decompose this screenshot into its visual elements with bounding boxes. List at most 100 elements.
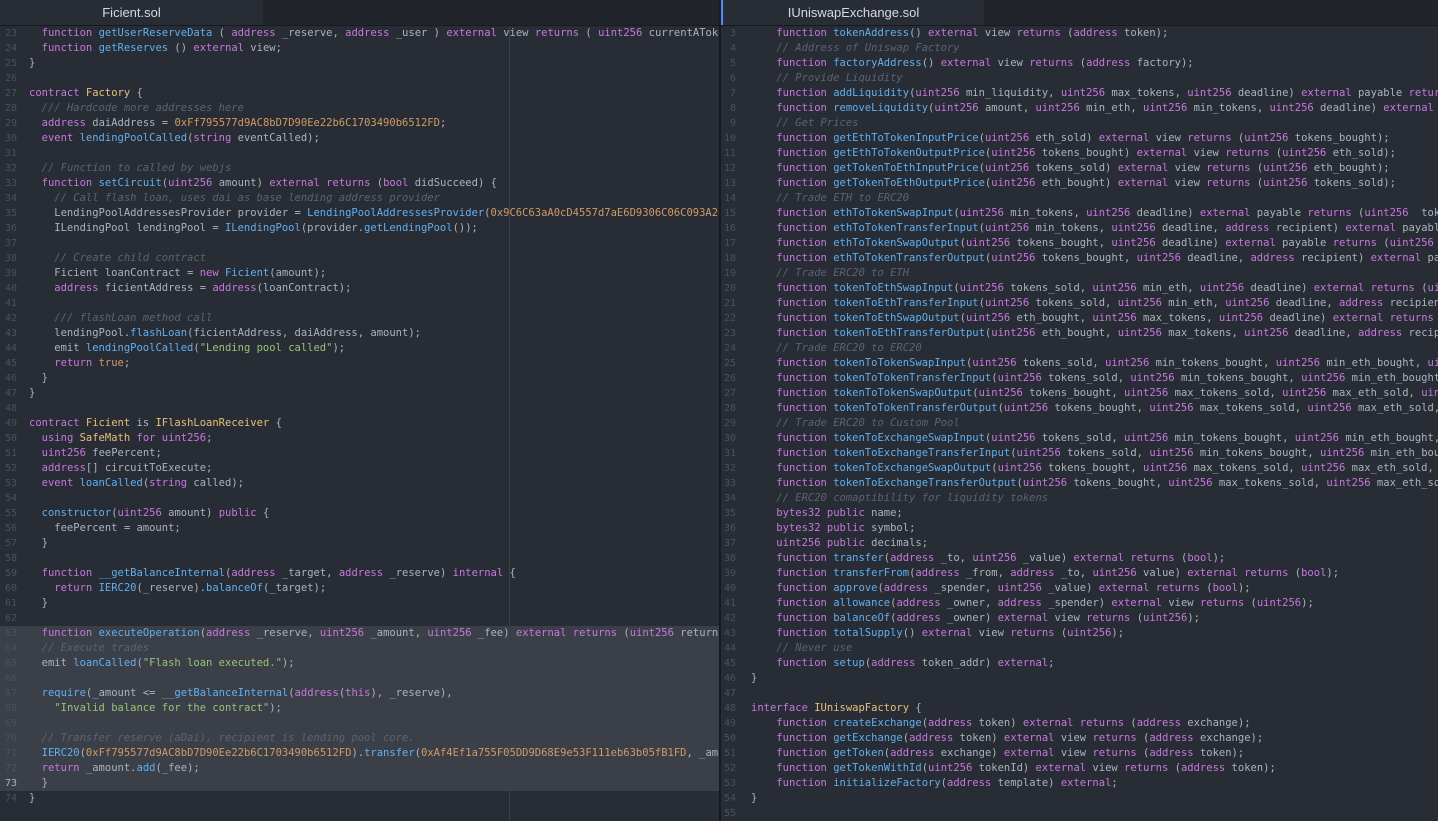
code-line[interactable]: 38 // Create child contract xyxy=(0,251,719,266)
code-line[interactable]: 16 function ethToTokenTransferInput(uint… xyxy=(721,221,1438,236)
code-line[interactable]: 38 function transfer (address _to, uint25… xyxy=(721,551,1438,566)
code-line[interactable]: 64 // Execute trades xyxy=(0,641,719,656)
code-line[interactable]: 12 function getTokenToEthInputPrice(uint… xyxy=(721,161,1438,176)
code-line[interactable]: 28 function tokenToTokenTransferOutput(u… xyxy=(721,401,1438,416)
code-line[interactable]: 45 return true; xyxy=(0,356,719,371)
code-line[interactable]: 13 function getTokenToEthOutputPrice(uin… xyxy=(721,176,1438,191)
code-line[interactable]: 28 /// Hardcode more addresses here xyxy=(0,101,719,116)
code-line[interactable]: 21 function tokenToEthTransferInput(uint… xyxy=(721,296,1438,311)
code-line[interactable]: 35 LendingPoolAddressesProvider provider… xyxy=(0,206,719,221)
code-line[interactable]: 52 function getTokenWithId (uint256 token… xyxy=(721,761,1438,776)
code-line[interactable]: 32 // Function to called by webjs xyxy=(0,161,719,176)
code-line[interactable]: 46 } xyxy=(0,371,719,386)
code-line[interactable]: 8 function removeLiquidity(uint256 amoun… xyxy=(721,101,1438,116)
code-line[interactable]: 43 lendingPool.flashLoan(ficientAddress,… xyxy=(0,326,719,341)
code-line[interactable]: 36 bytes32 public symbol; xyxy=(721,521,1438,536)
code-line[interactable]: 52 address[] circuitToExecute; xyxy=(0,461,719,476)
code-line[interactable]: 60 return IERC20(_reserve).balanceOf(_ta… xyxy=(0,581,719,596)
code-line[interactable]: 71 IERC20(0xFf795577d9AC8bD7D90Ee22b6C17… xyxy=(0,746,719,761)
code-line[interactable]: 55 xyxy=(721,806,1438,821)
code-line[interactable]: 19 // Trade ERC20 to ETH xyxy=(721,266,1438,281)
tab-iuniswapexchange-sol[interactable]: IUniswapExchange.sol xyxy=(721,0,984,25)
code-line[interactable]: 7 function addLiquidity(uint256 min_liqu… xyxy=(721,86,1438,101)
code-line[interactable]: 42 /// flashLoan method call xyxy=(0,311,719,326)
code-line[interactable]: 20 function tokenToEthSwapInput(uint256 … xyxy=(721,281,1438,296)
code-line[interactable]: 53 function initializeFactory(address te… xyxy=(721,776,1438,791)
code-line[interactable]: 51 uint256 feePercent; xyxy=(0,446,719,461)
code-line[interactable]: 66 xyxy=(0,671,719,686)
code-line[interactable]: 49 function createExchange(address token… xyxy=(721,716,1438,731)
code-line[interactable]: 18 function ethToTokenTransferOutput(uin… xyxy=(721,251,1438,266)
code-line[interactable]: 73 } xyxy=(0,776,719,791)
code-line[interactable]: 9 // Get Prices xyxy=(721,116,1438,131)
code-line[interactable]: 69 xyxy=(0,716,719,731)
code-line[interactable]: 51 function getToken(address exchange) e… xyxy=(721,746,1438,761)
code-line[interactable]: 30 function tokenToExchangeSwapInput(uin… xyxy=(721,431,1438,446)
code-line[interactable]: 61 } xyxy=(0,596,719,611)
code-line[interactable]: 40 function approve (address _spender, ui… xyxy=(721,581,1438,596)
code-line[interactable]: 46} xyxy=(721,671,1438,686)
code-line[interactable]: 6 // Provide Liquidity xyxy=(721,71,1438,86)
code-line[interactable]: 48 interface IUniswapFactory { xyxy=(721,701,1438,716)
code-line[interactable]: 44 emit lendingPoolCalled("Lending pool … xyxy=(0,341,719,356)
code-line[interactable]: 49 contract Ficient is IFlashLoanReceiver… xyxy=(0,416,719,431)
code-line[interactable]: 70 // Transfer reserve (aDai), recipient… xyxy=(0,731,719,746)
code-line[interactable]: 41 xyxy=(0,296,719,311)
code-line[interactable]: 29 address daiAddress = 0xFf795577d9AC8b… xyxy=(0,116,719,131)
code-line[interactable]: 47} xyxy=(0,386,719,401)
code-line[interactable]: 62 xyxy=(0,611,719,626)
code-line[interactable]: 37 xyxy=(0,236,719,251)
code-line[interactable]: 25} xyxy=(0,56,719,71)
code-line[interactable]: 42 function balanceOf (address _owner) ex… xyxy=(721,611,1438,626)
code-line[interactable]: 68 "Invalid balance for the contract"); xyxy=(0,701,719,716)
code-line[interactable]: 59 function __getBalanceInternal(address… xyxy=(0,566,719,581)
code-line[interactable]: 37 uint256 public decimals; xyxy=(721,536,1438,551)
code-line[interactable]: 31 function tokenToExchangeTransferInput… xyxy=(721,446,1438,461)
code-line[interactable]: 30 event lendingPoolCalled(string eventC… xyxy=(0,131,719,146)
code-line[interactable]: 74} xyxy=(0,791,719,806)
code-line[interactable]: 56 feePercent = amount; xyxy=(0,521,719,536)
code-line[interactable]: 24 // Trade ERC20 to ERC20 xyxy=(721,341,1438,356)
code-line[interactable]: 54 xyxy=(0,491,719,506)
code-line[interactable]: 33 function setCircuit (uint256 amount) e… xyxy=(0,176,719,191)
code-line[interactable]: 11 function getEthToTokenOutputPrice(uin… xyxy=(721,146,1438,161)
code-line[interactable]: 23 function tokenToEthTransferOutput(uin… xyxy=(721,326,1438,341)
code-line[interactable]: 33 function tokenToExchangeTransferOutpu… xyxy=(721,476,1438,491)
code-line[interactable]: 35 bytes32 public name; xyxy=(721,506,1438,521)
code-line[interactable]: 24 function getReserves () external view… xyxy=(0,41,719,56)
code-line[interactable]: 23 function getUserReserveData ( address… xyxy=(0,26,719,41)
code-line[interactable]: 15 function ethToTokenSwapInput(uint256 … xyxy=(721,206,1438,221)
code-line[interactable]: 65 emit loanCalled("Flash loan executed.… xyxy=(0,656,719,671)
code-line[interactable]: 32 function tokenToExchangeSwapOutput(ui… xyxy=(721,461,1438,476)
code-line[interactable]: 50 using SafeMath for uint256; xyxy=(0,431,719,446)
code-line[interactable]: 45 function setup(address token_addr) ex… xyxy=(721,656,1438,671)
code-line[interactable]: 26 xyxy=(0,71,719,86)
code-line[interactable]: 29 // Trade ERC20 to Custom Pool xyxy=(721,416,1438,431)
code-line[interactable]: 41 function allowance (address _owner, ad… xyxy=(721,596,1438,611)
code-line[interactable]: 10 function getEthToTokenInputPrice(uint… xyxy=(721,131,1438,146)
code-line[interactable]: 3 function tokenAddress() external view … xyxy=(721,26,1438,41)
code-line[interactable]: 26 function tokenToTokenTransferInput(ui… xyxy=(721,371,1438,386)
code-line[interactable]: 57 } xyxy=(0,536,719,551)
code-line[interactable]: 4 // Address of Uniswap Factory xyxy=(721,41,1438,56)
code-line[interactable]: 22 function tokenToEthSwapOutput (uint256… xyxy=(721,311,1438,326)
tab-ficient-sol[interactable]: Ficient.sol xyxy=(0,0,263,25)
code-line[interactable]: 44 // Never use xyxy=(721,641,1438,656)
code-line[interactable]: 31 xyxy=(0,146,719,161)
code-line[interactable]: 47 xyxy=(721,686,1438,701)
code-line[interactable]: 39 Ficient loanContract = new Ficient(am… xyxy=(0,266,719,281)
code-line[interactable]: 67 require(_amount <= __getBalanceIntern… xyxy=(0,686,719,701)
code-line[interactable]: 39 function transferFrom (address _from, … xyxy=(721,566,1438,581)
code-line[interactable]: 5 function factoryAddress() external vie… xyxy=(721,56,1438,71)
code-line[interactable]: 27 function tokenToTokenSwapOutput(uint2… xyxy=(721,386,1438,401)
code-line[interactable]: 14 // Trade ETH to ERC20 xyxy=(721,191,1438,206)
code-line[interactable]: 40 address ficientAddress = address(loan… xyxy=(0,281,719,296)
code-line[interactable]: 34 // Call flash loan, uses dai as base … xyxy=(0,191,719,206)
code-line[interactable]: 72 return _amount.add(_fee); xyxy=(0,761,719,776)
code-line[interactable]: 17 function ethToTokenSwapOutput(uint256… xyxy=(721,236,1438,251)
code-line[interactable]: 36 ILendingPool lendingPool = ILendingPo… xyxy=(0,221,719,236)
code-line[interactable]: 54} xyxy=(721,791,1438,806)
code-line[interactable]: 55 constructor(uint256 amount) public { xyxy=(0,506,719,521)
code-editor-right[interactable]: 3 function tokenAddress() external view … xyxy=(721,26,1438,821)
code-editor-left[interactable]: 23 function getUserReserveData ( address… xyxy=(0,26,719,821)
